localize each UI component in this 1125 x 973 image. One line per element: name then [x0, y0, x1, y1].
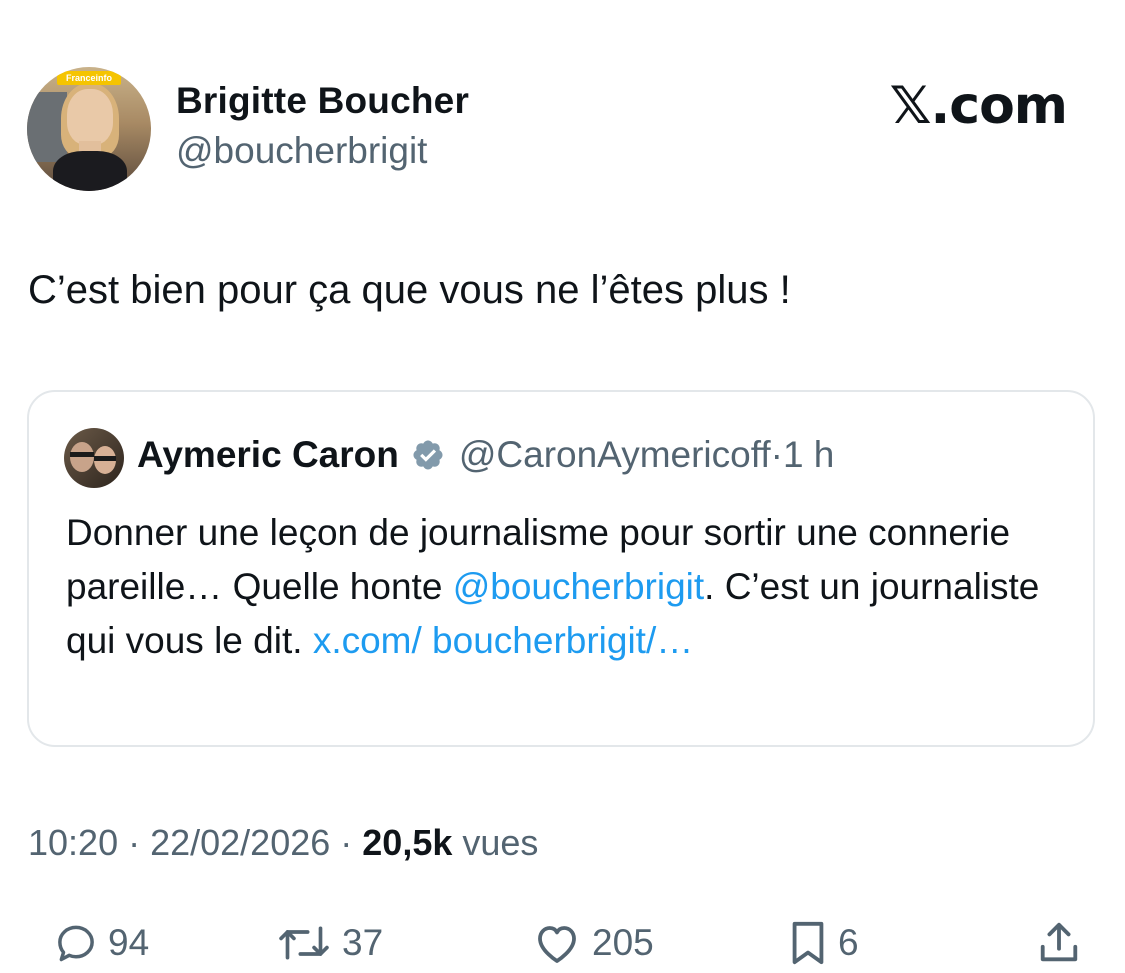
- bookmark-count: 6: [838, 922, 859, 963]
- verified-badge-icon: [413, 440, 443, 470]
- tweet-time[interactable]: 10:20: [28, 822, 118, 863]
- bookmark-button[interactable]: 6: [788, 915, 859, 971]
- avatar-body: [53, 151, 127, 191]
- views-count: 20,5k: [362, 822, 453, 863]
- share-button[interactable]: [1036, 915, 1082, 971]
- views-label: vues: [452, 822, 539, 863]
- quote-separator: ·: [770, 434, 783, 475]
- avatar-face: [67, 89, 113, 145]
- avatar-glasses-2: [94, 456, 116, 461]
- meta-separator: ·: [330, 822, 363, 863]
- like-count: 205: [592, 922, 654, 963]
- like-button[interactable]: 205: [532, 915, 654, 971]
- retweet-button[interactable]: 37: [276, 915, 383, 971]
- reply-icon: [58, 925, 94, 962]
- meta-separator: ·: [118, 822, 151, 863]
- mention-link[interactable]: @boucherbrigit: [453, 566, 704, 607]
- author-avatar[interactable]: Franceinfo: [27, 67, 151, 191]
- avatar-badge: Franceinfo: [57, 71, 121, 85]
- x-brand-text: 𝕏.com: [889, 76, 1068, 136]
- tweet-meta: 10:20 · 22/02/2026 · 20,5k vues: [28, 822, 538, 864]
- reply-button[interactable]: 94: [54, 915, 149, 971]
- quote-timestamp[interactable]: 1 h: [783, 434, 834, 476]
- action-bar: 94 37 205 6: [0, 915, 1125, 971]
- retweet-count: 37: [342, 922, 384, 963]
- author-handle[interactable]: @boucherbrigit: [176, 130, 427, 172]
- quote-text: Donner une leçon de journalisme pour sor…: [66, 506, 1066, 668]
- heart-icon: [538, 926, 576, 963]
- quote-author-avatar[interactable]: [64, 428, 124, 488]
- author-name[interactable]: Brigitte Boucher: [176, 80, 469, 122]
- share-icon: [1040, 922, 1078, 962]
- retweet-icon: [279, 926, 329, 960]
- avatar-glasses-1: [70, 452, 94, 457]
- quote-author-handle[interactable]: @CaronAymericoff: [459, 434, 771, 476]
- tweet-text: C’est bien pour ça que vous ne l’êtes pl…: [28, 268, 791, 312]
- quoted-tweet-card[interactable]: Aymeric Caron @CaronAymericoff · 1 h Don…: [27, 390, 1095, 747]
- reply-count: 94: [108, 922, 150, 963]
- avatar-person-1: [70, 442, 94, 472]
- tweet-date[interactable]: 22/02/2026: [150, 822, 330, 863]
- url-link[interactable]: x.com/ boucherbrigit/…: [313, 620, 693, 661]
- bookmark-icon: [792, 921, 824, 965]
- x-logo: 𝕏.com: [889, 76, 1068, 136]
- quote-author-name[interactable]: Aymeric Caron: [137, 434, 399, 476]
- quote-header: Aymeric Caron @CaronAymericoff · 1 h: [137, 434, 834, 476]
